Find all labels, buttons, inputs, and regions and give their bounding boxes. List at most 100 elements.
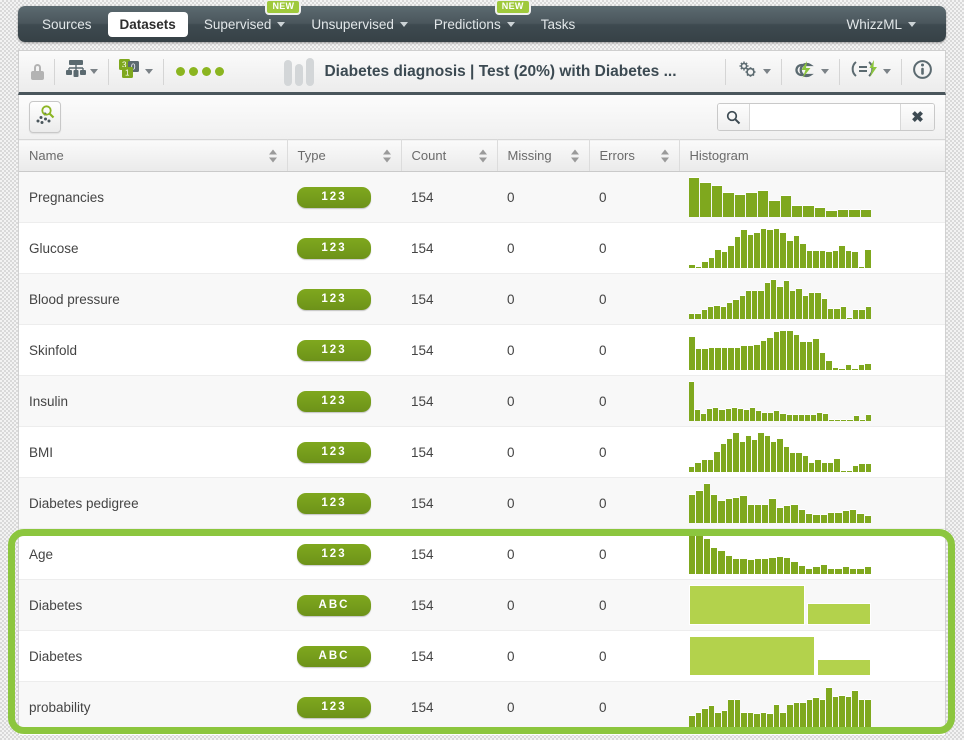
cell-missing: 0 [497,273,589,325]
histogram-bar [725,408,731,421]
nav-item-tasks[interactable]: Tasks [531,12,586,37]
table-row[interactable]: Insulin 123 154 0 0 [19,375,945,427]
histogram-bar [776,556,784,574]
table-row[interactable]: Skinfold 123 154 0 0 [19,324,945,376]
histogram-bar [728,245,734,268]
sort-icon[interactable] [268,149,277,162]
nav-label: Tasks [540,16,576,32]
column-header-missing[interactable]: Missing [497,139,590,172]
histogram-bar [745,435,752,472]
histogram-bar [776,507,784,523]
histogram-bar [734,347,741,370]
histogram-bar [852,690,858,727]
table-row[interactable]: probability 123 154 0 0 [19,681,945,733]
histogram-bar [806,250,813,268]
type-badge: 123 [297,441,371,463]
configure-button[interactable] [730,55,777,88]
one-click-prediction-button[interactable] [844,55,897,88]
cell-histogram [679,477,945,529]
table-row[interactable]: BMI 123 154 0 0 [19,426,945,478]
clear-search-button[interactable]: ✖ [900,104,934,130]
column-header-errors[interactable]: Errors [589,139,680,172]
histogram-bar [827,568,835,574]
histogram-bar [858,364,865,370]
lock-icon [31,63,44,80]
type-badge: ABC [297,645,371,667]
histogram-bar [767,337,773,370]
info-button[interactable] [906,55,939,89]
dataset-split-button[interactable] [59,56,104,87]
table-row[interactable]: Age 123 154 0 0 [19,528,945,580]
sort-icon[interactable] [570,149,579,162]
sort-icon[interactable] [382,149,391,162]
table-row[interactable]: Blood pressure 123 154 0 0 [19,273,945,325]
histogram-bar [762,412,768,421]
column-header-count[interactable]: Count [401,139,498,172]
search-input[interactable] [750,104,900,130]
scatterplot-button[interactable] [29,101,61,133]
cell-missing: 0 [497,375,589,427]
histogram-bar [845,364,852,370]
histogram-bar [796,452,802,472]
nav-item-supervised[interactable]: Supervised NEW [194,0,302,37]
cell-field-name: Pregnancies [19,171,287,223]
column-label: Name [29,148,64,163]
histogram-bar [747,559,754,574]
cell-errors: 0 [589,222,679,274]
histogram-bar [793,235,800,268]
histogram-bar [732,497,740,523]
cell-field-name: probability [19,681,287,733]
histogram-bar [819,250,826,268]
histogram-bar [747,712,754,727]
cell-count: 154 [401,375,497,427]
cell-errors: 0 [589,171,679,223]
histogram-bar [769,557,776,574]
cell-histogram [679,630,945,682]
column-header-type[interactable]: Type [287,139,402,172]
sort-icon[interactable] [478,149,487,162]
histogram-bar [806,568,813,574]
nav-item-datasets[interactable]: Datasets [107,11,188,37]
sampling-button[interactable]: 3 0 1 [113,55,159,88]
cell-count: 154 [401,681,497,733]
histogram-bar [835,568,842,574]
search-icon [718,104,750,130]
histogram-bar [708,705,715,727]
cell-histogram [679,171,945,223]
histogram-bar [790,452,796,472]
histogram-bar [786,414,792,421]
histogram-bar [718,500,725,523]
column-header-name[interactable]: Name [19,139,288,172]
histogram-bar [714,305,720,319]
histogram-bar [757,190,769,217]
cell-histogram [679,273,945,325]
table-row[interactable]: Diabetes pedigree 123 154 0 0 [19,477,945,529]
histogram-bar [707,408,713,421]
panel-bottom [37,730,945,735]
histogram-bar [829,419,835,421]
privacy-lock-button[interactable] [25,60,50,84]
histogram-bar [846,470,853,472]
nav-item-whizzml[interactable]: WhizzML [836,12,926,37]
table-row[interactable]: Pregnancies 123 154 0 0 [19,171,945,223]
histogram-bar [718,550,725,574]
histogram [689,687,871,727]
histogram-bar [701,413,707,421]
histogram-bar [689,313,695,319]
histogram-bar [865,699,871,727]
table-row[interactable]: Glucose 123 154 0 0 [19,222,945,274]
histogram-bar [734,236,741,268]
one-click-model-button[interactable] [786,55,835,88]
nav-item-predictions[interactable]: Predictions NEW [424,0,531,37]
histogram-bar [864,566,871,574]
status-dot [189,67,198,76]
histogram-bar [842,566,849,574]
nav-item-sources[interactable]: Sources [32,12,102,37]
table-row[interactable]: Diabetes ABC 154 0 0 [19,579,945,631]
sort-icon[interactable] [660,149,669,162]
histogram-bar [737,408,743,421]
histogram-bar [784,505,791,523]
table-row[interactable]: Diabetes ABC 154 0 0 [19,630,945,682]
nav-item-unsupervised[interactable]: Unsupervised [301,12,418,37]
cell-field-type: 123 [287,222,401,274]
